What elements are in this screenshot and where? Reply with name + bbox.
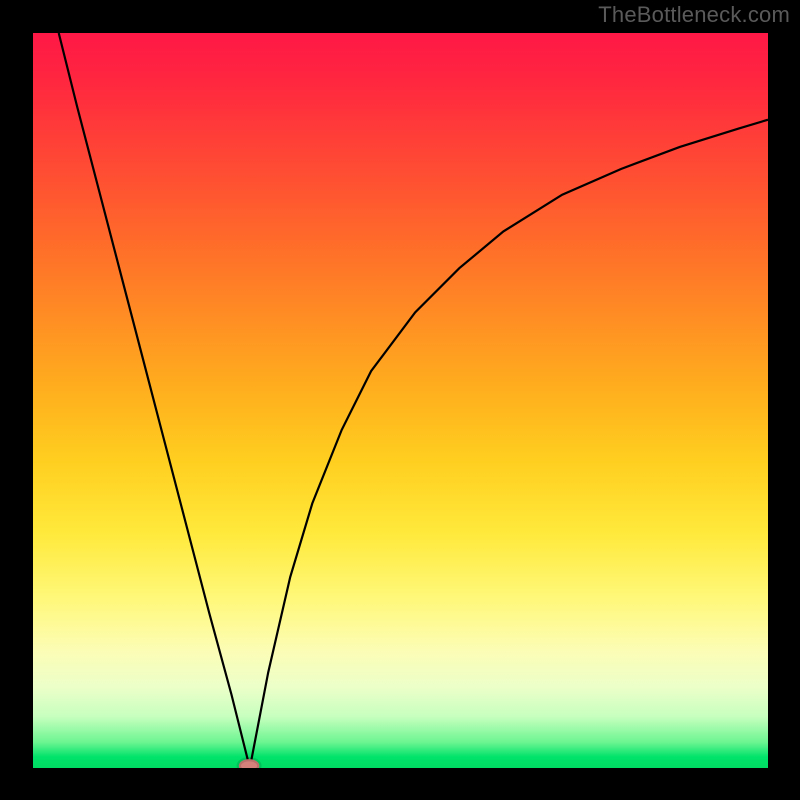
- curve-right-branch: [250, 120, 768, 768]
- watermark-text: TheBottleneck.com: [598, 2, 790, 28]
- minimum-marker-dot: [239, 759, 260, 768]
- curve-left-branch: [59, 33, 250, 768]
- chart-svg: [33, 33, 768, 768]
- chart-plot-area: [33, 33, 768, 768]
